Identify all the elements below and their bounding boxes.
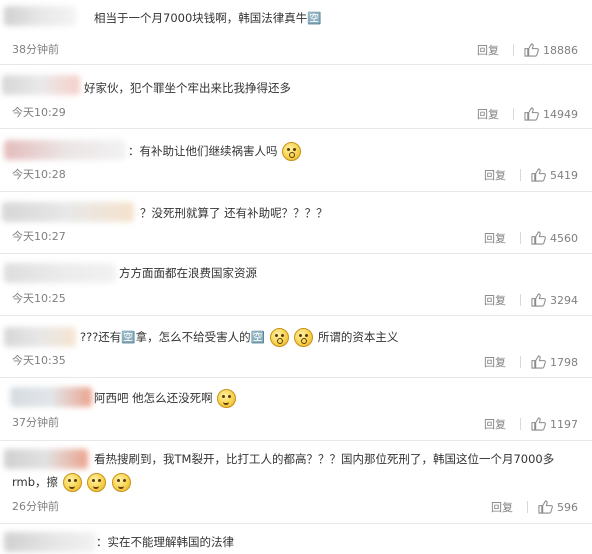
emoji-icon	[269, 328, 289, 347]
comment-actions: 回复 5419	[484, 167, 578, 183]
comment-timestamp: 今天10:29	[12, 106, 66, 119]
comment-timestamp: 38分钟前	[12, 43, 59, 56]
blurred-username	[4, 532, 96, 552]
thumbs-up-icon[interactable]	[531, 417, 546, 431]
comment-actions: 回复 1197	[484, 416, 578, 432]
divider	[520, 232, 521, 244]
emoji-icon	[282, 142, 302, 161]
blurred-username	[4, 327, 76, 347]
thumbs-up-icon[interactable]	[538, 500, 553, 514]
blurred-username	[2, 202, 134, 222]
reply-button[interactable]: 回复	[491, 499, 513, 515]
comment-text-continued: rmb，擦	[12, 470, 132, 494]
reply-button[interactable]: 回复	[477, 106, 499, 122]
emoji-icon	[62, 473, 82, 492]
comment-actions: 回复 1798	[484, 354, 578, 370]
divider	[527, 501, 528, 513]
comment-text: ？没死刑就算了 还有补助呢？？？？	[140, 206, 328, 220]
comment-timestamp: 37分钟前	[12, 416, 59, 429]
comment-actions: 回复 3294	[484, 292, 578, 308]
comment-item: 看热搜刷到，我TM裂开，比打工人的都高？？？国内那位死刑了，韩国这位一个月700…	[0, 441, 592, 524]
comment-actions: 回复 596	[491, 499, 578, 515]
divider	[520, 418, 521, 430]
comment-item: ???还有🈳拿，怎么不给受害人的🈳 所谓的资本主义 今天10:35 回复 179…	[0, 316, 592, 378]
divider	[520, 169, 521, 181]
thumbs-up-icon[interactable]	[531, 355, 546, 369]
thumbs-up-icon[interactable]	[524, 107, 539, 121]
divider	[520, 356, 521, 368]
blurred-username	[4, 449, 88, 469]
comment-text: 方方面面都在浪费国家资源	[119, 266, 257, 280]
comment-actions: 回复 18886	[477, 42, 578, 58]
emoji-icon	[294, 328, 314, 347]
comment-item: 方方面面都在浪费国家资源 今天10:25 回复 3294	[0, 254, 592, 316]
comment-actions: 回复 14949	[477, 106, 578, 122]
comment-timestamp: 今天10:35	[12, 354, 66, 367]
comment-item: 阿西吧 他怎么还没死啊 37分钟前 回复 1197	[0, 378, 592, 441]
like-count[interactable]: 5419	[550, 169, 578, 182]
reply-button[interactable]: 回复	[484, 230, 506, 246]
reply-button[interactable]: 回复	[484, 167, 506, 183]
comment-actions: 回复 4560	[484, 230, 578, 246]
thumbs-up-icon[interactable]	[531, 231, 546, 245]
like-count[interactable]: 18886	[543, 44, 578, 57]
thumbs-up-icon[interactable]	[524, 43, 539, 57]
comment-item: ？没死刑就算了 还有补助呢？？？？ 今天10:27 回复 4560	[0, 192, 592, 254]
comment-timestamp: 今天10:28	[12, 168, 66, 181]
reply-button[interactable]: 回复	[484, 354, 506, 370]
divider	[520, 294, 521, 306]
comment-text: ：实在不能理解韩国的法律	[96, 535, 234, 549]
blurred-username	[4, 140, 126, 160]
comment-timestamp: 今天10:25	[12, 292, 66, 305]
comment-text: 阿西吧 他怎么还没死啊	[94, 386, 237, 410]
like-count[interactable]: 3294	[550, 294, 578, 307]
like-count[interactable]: 596	[557, 501, 578, 514]
like-count[interactable]: 1197	[550, 418, 578, 431]
divider	[513, 108, 514, 120]
blurred-username	[4, 6, 76, 26]
blurred-username	[10, 387, 92, 407]
comment-item: 相当于一个月7000块钱啊，韩国法律真牛🈳 38分钟前 回复 18886	[0, 0, 592, 65]
blurred-username	[2, 75, 80, 95]
like-count[interactable]: 4560	[550, 232, 578, 245]
reply-button[interactable]: 回复	[484, 416, 506, 432]
emoji-icon	[87, 473, 107, 492]
comment-text: 相当于一个月7000块钱啊，韩国法律真牛🈳	[94, 11, 322, 25]
emoji-icon	[112, 473, 131, 492]
reply-button[interactable]: 回复	[484, 292, 506, 308]
like-count[interactable]: 1798	[550, 356, 578, 369]
comment-item: 好家伙，犯个罪坐个牢出来比我挣得还多 今天10:29 回复 14949	[0, 65, 592, 129]
divider	[513, 44, 514, 56]
comment-text: 看热搜刷到，我TM裂开，比打工人的都高？？？国内那位死刑了，韩国这位一个月700…	[94, 452, 555, 466]
reply-button[interactable]: 回复	[477, 42, 499, 58]
like-count[interactable]: 14949	[543, 108, 578, 121]
emoji-icon	[217, 389, 237, 408]
thumbs-up-icon[interactable]	[531, 293, 546, 307]
comment-text: ：有补助让他们继续祸害人吗	[128, 139, 302, 163]
comment-item: ：有补助让他们继续祸害人吗 今天10:28 回复 5419	[0, 129, 592, 192]
thumbs-up-icon[interactable]	[531, 168, 546, 182]
comment-text: ???还有🈳拿，怎么不给受害人的🈳 所谓的资本主义	[80, 325, 398, 349]
comment-item: ：实在不能理解韩国的法律	[0, 524, 592, 552]
comment-timestamp: 今天10:27	[12, 230, 66, 243]
blurred-username	[4, 263, 116, 283]
comment-timestamp: 26分钟前	[12, 500, 59, 513]
comment-text: 好家伙，犯个罪坐个牢出来比我挣得还多	[84, 81, 291, 95]
